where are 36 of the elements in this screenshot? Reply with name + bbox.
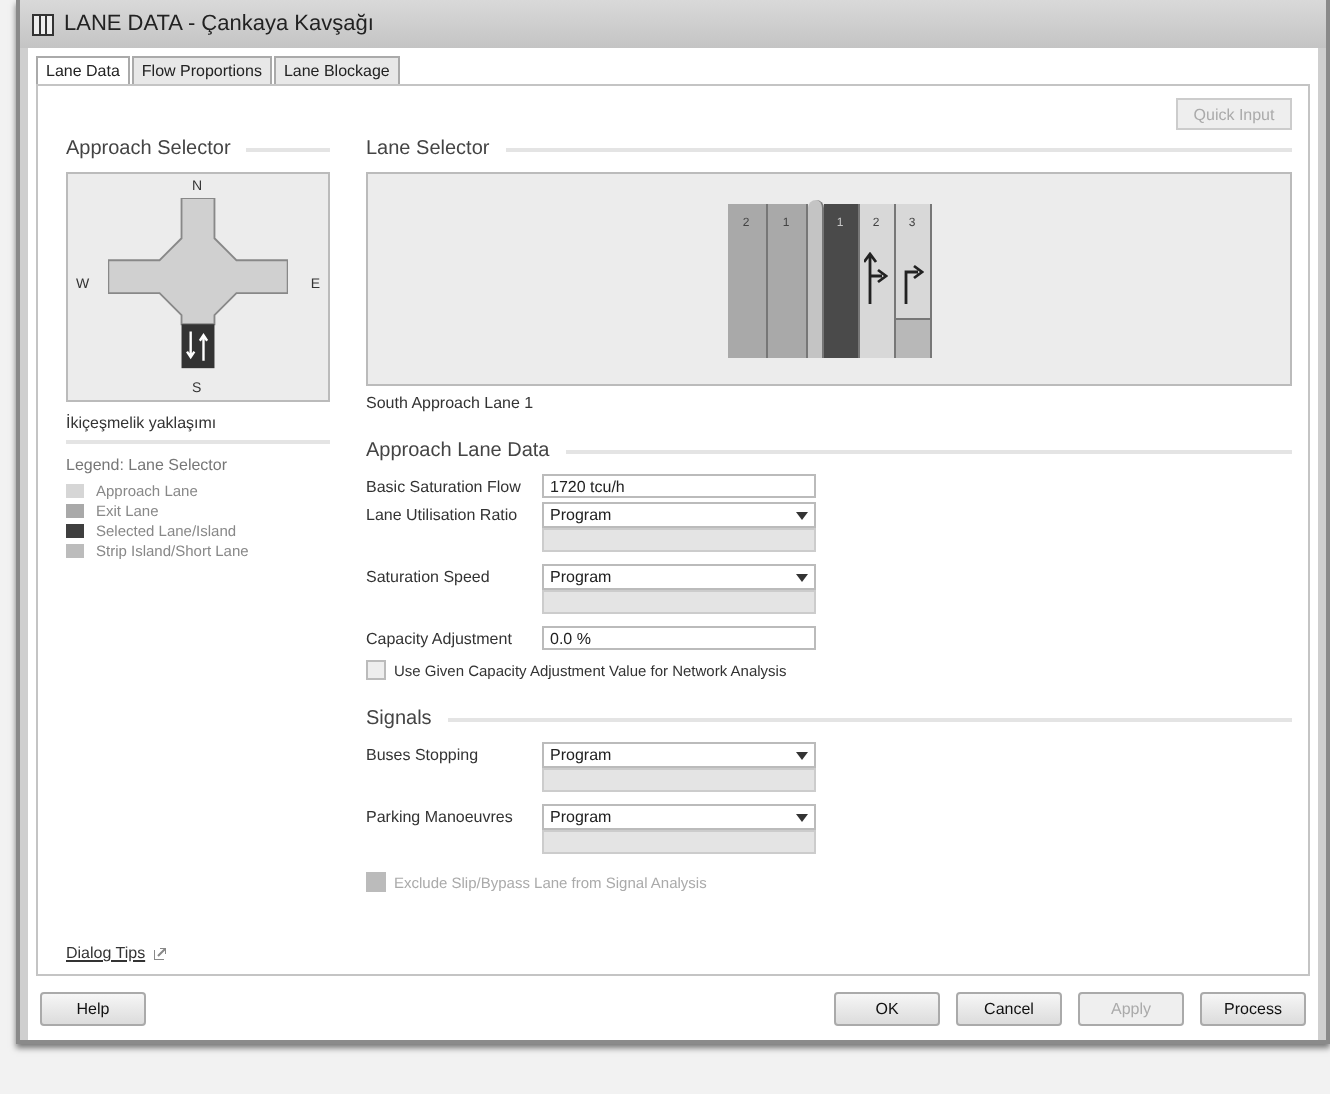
tab[interactable]: Lane Blockage xyxy=(273,56,400,86)
section-title: Approach Lane Data xyxy=(366,440,550,462)
dropdown-caret-icon xyxy=(796,573,808,581)
checkbox[interactable] xyxy=(366,660,386,680)
field-label: Parking Manoeuvres xyxy=(366,806,515,826)
dialog-tips-link[interactable]: Dialog Tips xyxy=(66,944,1292,962)
window-icon xyxy=(32,13,54,35)
external-link-icon xyxy=(153,947,166,959)
dropdown-caret-icon xyxy=(796,813,808,821)
dropdown[interactable]: Program xyxy=(542,564,816,590)
approach-name: İkiçeşmelik yaklaşımı xyxy=(66,414,219,432)
field-label: Buses Stopping xyxy=(366,744,481,764)
input-field[interactable]: 1720 tcu/h xyxy=(542,474,816,498)
dropdown[interactable]: Program xyxy=(542,804,816,830)
input-field[interactable]: 0.0 % xyxy=(542,626,816,650)
dropdown-caret-icon xyxy=(796,511,808,519)
tab[interactable]: Lane Data xyxy=(36,56,130,86)
field-label: Saturation Speed xyxy=(366,566,492,586)
dropdown[interactable]: Program xyxy=(542,742,816,768)
dialog-button[interactable]: Process xyxy=(1200,991,1306,1025)
section-title: Signals xyxy=(366,708,432,730)
section-title: Lane Selector xyxy=(366,138,490,160)
field-label: Capacity Adjustment xyxy=(366,628,514,648)
help-button[interactable]: Help xyxy=(40,991,146,1025)
dialog-button[interactable]: OK xyxy=(834,991,940,1025)
short-lane-section xyxy=(895,318,929,358)
tab[interactable]: Flow Proportions xyxy=(131,56,272,86)
field-label: Basic Saturation Flow xyxy=(366,476,523,496)
dialog-button[interactable]: Cancel xyxy=(956,991,1062,1025)
field-label: Lane Utilisation Ratio xyxy=(366,504,520,524)
dropdown-caret-icon xyxy=(796,751,808,759)
legend-title: Legend: Lane Selector xyxy=(66,456,230,474)
window-title: LANE DATA - Çankaya Kavşağı xyxy=(64,12,374,36)
section-title: Approach Selector xyxy=(66,138,231,160)
lane-caption: South Approach Lane 1 xyxy=(366,394,536,412)
dropdown[interactable]: Program xyxy=(542,502,816,528)
